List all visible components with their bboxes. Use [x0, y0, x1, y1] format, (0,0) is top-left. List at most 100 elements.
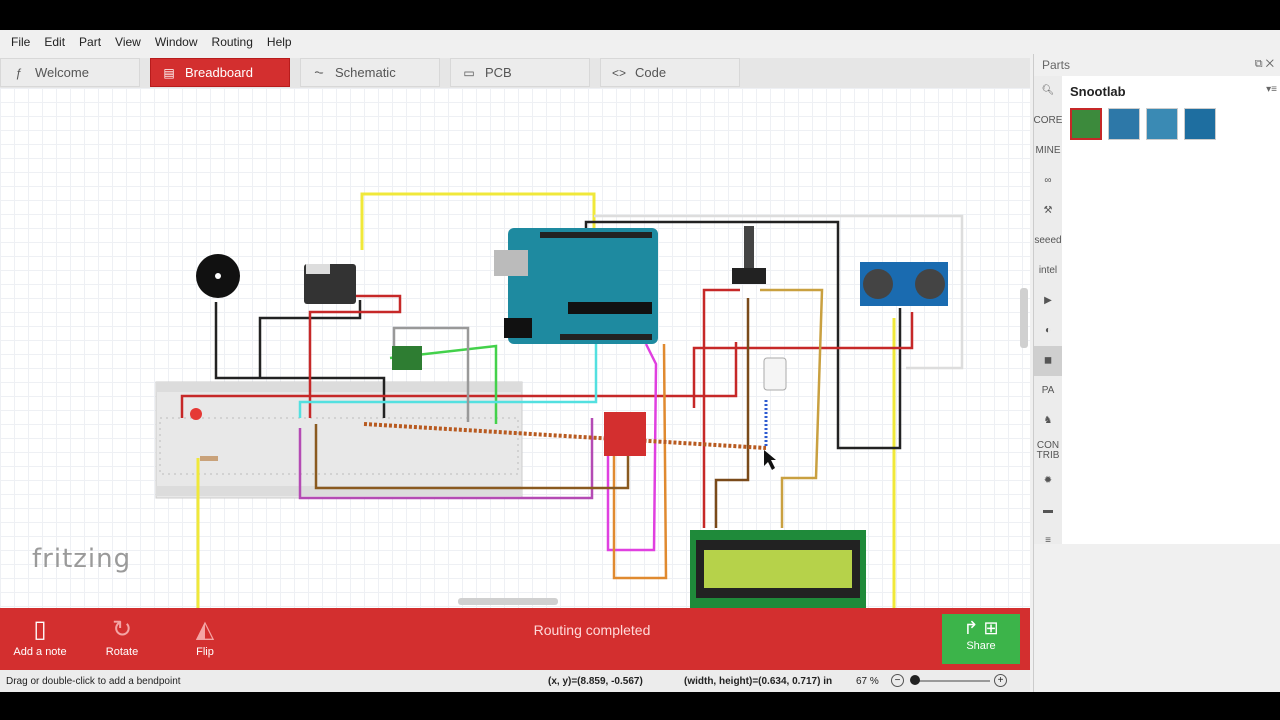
parts-thumbnails: [1070, 108, 1216, 140]
rotate-icon: ↻: [111, 616, 133, 643]
zoom-out-icon[interactable]: −: [891, 674, 904, 687]
menu-window[interactable]: Window: [148, 35, 205, 49]
parts-panel-title: Parts: [1042, 58, 1071, 72]
bin-contrib[interactable]: CON TRIB: [1034, 436, 1062, 466]
analog-header: [560, 334, 652, 340]
menu-bar: File Edit Part View Window Routing Help: [0, 30, 1280, 54]
bin-tools-icon[interactable]: ⚒: [1034, 196, 1062, 226]
menu-help[interactable]: Help: [260, 35, 299, 49]
zoom-level: 67 %: [856, 675, 879, 687]
bin-menu-icon[interactable]: ▾≡: [1266, 84, 1277, 95]
rtc-module[interactable]: [604, 412, 646, 456]
lcd-screen: [704, 550, 852, 588]
pcb-icon: ▭: [463, 65, 475, 80]
part-thumb-board[interactable]: [1108, 108, 1140, 140]
share-button[interactable]: ↱ ⊞ Share: [942, 614, 1020, 664]
part-thumb-lcd[interactable]: [1070, 108, 1102, 140]
horizontal-scrollbar[interactable]: [458, 598, 558, 605]
wire-brown[interactable]: [714, 298, 750, 528]
menu-file[interactable]: File: [4, 35, 37, 49]
wire-red[interactable]: [702, 288, 740, 528]
code-icon: <>: [611, 65, 626, 80]
bin-bar-icon[interactable]: ▬: [1034, 496, 1062, 526]
share-label: Share: [966, 640, 996, 652]
tab-label: PCB: [485, 65, 512, 80]
view-tabs: ƒ Welcome ▤ Breadboard ⏦ Schematic ▭ PCB…: [0, 58, 1030, 90]
zoom-slider[interactable]: [912, 680, 990, 682]
bin-gear-icon[interactable]: ✹: [1034, 466, 1062, 496]
add-note-button[interactable]: ▯ Add a note: [0, 614, 80, 658]
dht-sensor[interactable]: [763, 357, 787, 391]
bin-snootlab[interactable]: ◼: [1034, 346, 1062, 376]
atmega-chip: [568, 302, 652, 314]
bin-half-circle-icon[interactable]: ◐: [1034, 316, 1062, 346]
routing-status: Routing completed: [533, 622, 651, 638]
bin-pa[interactable]: PA: [1034, 376, 1062, 406]
f-icon: ƒ: [15, 65, 23, 80]
parts-panel: Parts ⧉ ✕ 🔍︎ CORE MINE ∞ ⚒ seeed intel ▶…: [1033, 54, 1280, 692]
mouse-cursor-icon: [764, 450, 776, 470]
breadboard-icon: ▤: [163, 65, 175, 80]
part-thumb-board[interactable]: [1146, 108, 1178, 140]
wire-orange[interactable]: [612, 343, 668, 580]
bin-intel[interactable]: intel: [1034, 256, 1062, 286]
zoom-in-icon[interactable]: +: [994, 674, 1007, 687]
servo-horn: [306, 264, 330, 274]
part-thumb-board[interactable]: [1184, 108, 1216, 140]
bin-arduino-icon[interactable]: ∞: [1034, 166, 1062, 196]
status-hint: Drag or double-click to add a bendpoint: [6, 675, 181, 687]
led-red[interactable]: [190, 408, 202, 420]
tab-code[interactable]: <> Code: [600, 58, 740, 87]
menu-part[interactable]: Part: [72, 35, 108, 49]
vertical-scrollbar[interactable]: [1020, 288, 1028, 348]
wire-red[interactable]: [692, 312, 914, 408]
bin-play-icon[interactable]: ▶: [1034, 286, 1062, 316]
bin-more-icon[interactable]: ≡: [1034, 526, 1062, 556]
add-note-label: Add a note: [13, 646, 67, 658]
menu-view[interactable]: View: [108, 35, 148, 49]
module-green[interactable]: [392, 346, 422, 370]
bin-title: Snootlab: [1070, 84, 1126, 99]
usb-port: [494, 250, 528, 276]
tab-label: Breadboard: [185, 65, 253, 80]
bottom-toolbar: ▯ Add a note ↻ Rotate ◭ Flip Routing com…: [0, 608, 1030, 670]
flip-icon: ◭: [195, 616, 215, 643]
tab-welcome[interactable]: ƒ Welcome: [0, 58, 140, 87]
potentiometer-shaft: [744, 226, 754, 268]
tab-label: Code: [635, 65, 667, 80]
wire-gold[interactable]: [760, 288, 824, 528]
buzzer-center: [215, 273, 221, 279]
breadboard-canvas[interactable]: fritzing: [0, 88, 1030, 608]
digital-header: [540, 232, 652, 238]
flip-button[interactable]: ◭ Flip: [165, 614, 245, 658]
tab-schematic[interactable]: ⏦ Schematic: [300, 58, 440, 87]
rotate-button[interactable]: ↻ Rotate: [82, 614, 162, 658]
bin-horse-icon[interactable]: ♞: [1034, 406, 1062, 436]
schematic-icon: ⏦: [314, 65, 324, 79]
bin-core[interactable]: CORE: [1034, 106, 1063, 136]
panel-float-close-icons[interactable]: ⧉ ✕: [1255, 58, 1274, 71]
selection-dimensions: (width, height)=(0.634, 0.717) in: [684, 675, 833, 687]
search-icon[interactable]: 🔍︎: [1034, 76, 1062, 106]
circuit-drawing[interactable]: [0, 88, 1030, 608]
fritzing-logo: fritzing: [32, 544, 132, 574]
tab-breadboard[interactable]: ▤ Breadboard: [150, 58, 290, 87]
bin-mine[interactable]: MINE: [1034, 136, 1062, 166]
rotate-label: Rotate: [105, 646, 139, 658]
status-bar: Drag or double-click to add a bendpoint …: [0, 670, 1030, 692]
fritzing-window: File Edit Part View Window Routing Help …: [0, 30, 1280, 692]
zoom-slider-handle[interactable]: [910, 675, 920, 685]
flip-label: Flip: [196, 646, 214, 658]
menu-routing[interactable]: Routing: [205, 35, 260, 49]
tab-pcb[interactable]: ▭ PCB: [450, 58, 590, 87]
potentiometer[interactable]: [732, 268, 766, 284]
tab-label: Welcome: [35, 65, 89, 80]
parts-bin-tabs: 🔍︎ CORE MINE ∞ ⚒ seeed intel ▶ ◐ ◼ PA ♞ …: [1034, 76, 1063, 546]
bin-seeed[interactable]: seeed: [1034, 226, 1062, 256]
parts-bin-area: 🔍︎ CORE MINE ∞ ⚒ seeed intel ▶ ◐ ◼ PA ♞ …: [1034, 76, 1280, 546]
note-icon: ▯: [33, 616, 47, 643]
share-icon: ↱ ⊞: [963, 618, 999, 638]
power-jack: [504, 318, 532, 338]
menu-edit[interactable]: Edit: [37, 35, 72, 49]
resistor[interactable]: [200, 456, 218, 461]
